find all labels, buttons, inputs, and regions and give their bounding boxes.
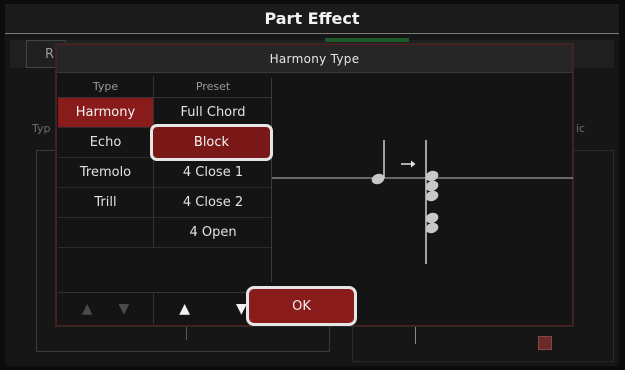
- type-item-harmony[interactable]: Harmony: [58, 98, 154, 128]
- harmony-type-dialog: Harmony Type Type Preset Harmony Echo Tr…: [56, 44, 573, 326]
- notation-graphic: [272, 140, 573, 264]
- background-color-swatch: [538, 336, 552, 350]
- type-item-trill[interactable]: Trill: [58, 188, 154, 218]
- background-divider: [415, 326, 416, 344]
- arrow-right-icon: [401, 160, 416, 168]
- page-title: Part Effect: [264, 9, 360, 28]
- preset-item-block[interactable]: Block: [150, 124, 273, 161]
- dialog-title: Harmony Type: [57, 45, 572, 73]
- harmony-notation-preview: [271, 78, 573, 282]
- ok-button[interactable]: OK: [246, 286, 357, 326]
- background-divider-left: [186, 326, 187, 340]
- preset-item-4-close-2[interactable]: 4 Close 2: [154, 188, 272, 218]
- type-item-echo[interactable]: Echo: [58, 128, 154, 158]
- type-scroll-controls: ▲ ▼: [58, 292, 154, 324]
- type-item-empty: [58, 218, 154, 248]
- background-active-tab-indicator: [325, 38, 409, 42]
- type-scroll-down-icon[interactable]: ▼: [119, 301, 130, 317]
- title-bar: Part Effect: [5, 4, 619, 34]
- type-column-header: Type: [58, 76, 154, 98]
- preset-item-4-close-1[interactable]: 4 Close 1: [154, 158, 272, 188]
- background-type-label: Typ: [32, 122, 51, 135]
- type-preset-list: Type Preset Harmony Echo Tremolo Trill F…: [58, 76, 272, 284]
- preset-item-4-open[interactable]: 4 Open: [154, 218, 272, 248]
- background-ic-label: ic: [576, 122, 586, 135]
- preset-scroll-up-icon[interactable]: ▲: [179, 301, 190, 317]
- type-item-tremolo[interactable]: Tremolo: [58, 158, 154, 188]
- preset-column-header: Preset: [154, 76, 272, 98]
- type-scroll-up-icon[interactable]: ▲: [82, 301, 93, 317]
